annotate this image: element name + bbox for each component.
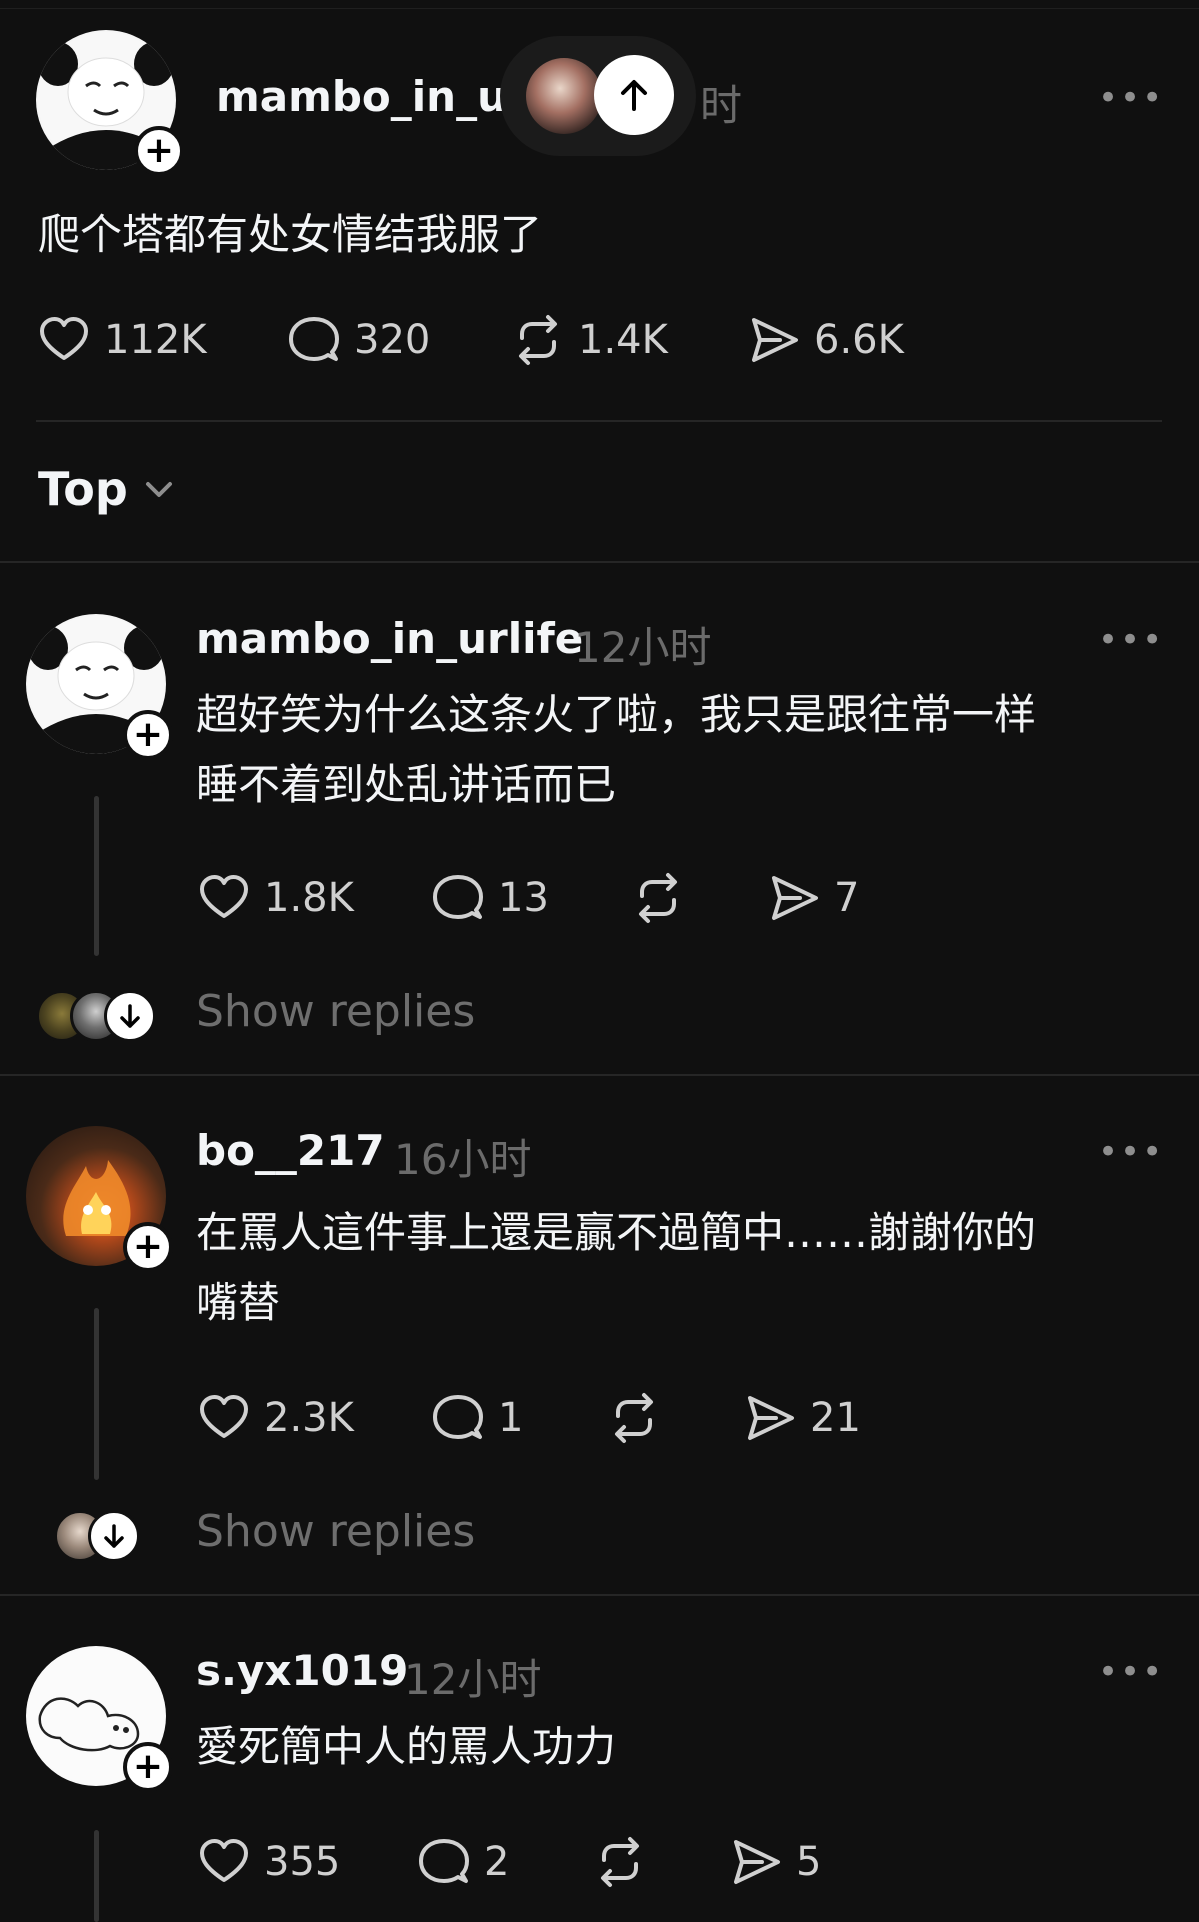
reply-username[interactable]: bo__217 <box>196 1126 385 1175</box>
repost-icon <box>519 315 557 365</box>
reply-text-line1: 在罵人這件事上還是贏不過簡中……謝謝你的 <box>196 1208 1037 1257</box>
post-time: 时 <box>700 81 743 130</box>
follow-plus-button[interactable]: + <box>123 1222 173 1272</box>
like-button[interactable]: 2.3K <box>196 1390 354 1446</box>
section-divider <box>0 561 1199 563</box>
heart-icon <box>200 1839 248 1882</box>
arrow-up-icon[interactable] <box>594 55 674 135</box>
share-button[interactable]: 5 <box>728 1834 821 1890</box>
follow-plus-button[interactable]: + <box>123 710 173 760</box>
comment-button[interactable]: 320 <box>286 312 430 368</box>
like-button[interactable]: 112K <box>36 312 207 368</box>
comment-count: 13 <box>498 875 549 921</box>
reply-username[interactable]: mambo_in_urlife <box>196 614 583 663</box>
thread-line <box>94 1308 99 1480</box>
post-divider <box>36 420 1162 422</box>
section-divider <box>0 1594 1199 1596</box>
repost-icon <box>639 873 677 923</box>
more-horizontal-icon[interactable]: ••• <box>1098 1132 1164 1172</box>
sort-label: Top <box>38 462 128 516</box>
share-count: 7 <box>834 875 860 921</box>
reply-time: 12小时 <box>404 1655 542 1704</box>
like-count: 1.8K <box>264 875 354 921</box>
section-divider <box>0 1074 1199 1076</box>
share-count: 5 <box>796 1839 822 1885</box>
follow-plus-button[interactable]: + <box>134 126 184 176</box>
sort-dropdown[interactable]: Top <box>38 462 176 516</box>
comment-bubble-icon <box>433 1395 483 1439</box>
more-horizontal-icon[interactable]: ••• <box>1098 1652 1164 1692</box>
heart-icon <box>200 875 248 918</box>
share-button[interactable]: 6.6K <box>746 312 904 368</box>
pill-avatar <box>526 58 602 134</box>
repost-icon <box>615 1393 653 1443</box>
top-divider <box>0 8 1199 9</box>
repost-button[interactable] <box>630 870 686 926</box>
reply-text-line1: 愛死簡中人的罵人功力 <box>196 1722 617 1771</box>
reply-time: 16小时 <box>394 1135 532 1184</box>
show-replies-link[interactable]: Show replies <box>196 986 475 1037</box>
repost-button[interactable]: 1.4K <box>510 312 668 368</box>
thread-line <box>94 1830 99 1922</box>
comment-count: 320 <box>354 317 431 363</box>
like-count: 355 <box>264 1839 341 1885</box>
send-icon <box>772 876 818 920</box>
like-button[interactable]: 355 <box>196 1834 340 1890</box>
share-count: 6.6K <box>814 317 904 363</box>
comment-bubble-icon <box>419 1839 469 1883</box>
like-button[interactable]: 1.8K <box>196 870 354 926</box>
comment-button[interactable]: 13 <box>430 870 549 926</box>
expand-replies-button[interactable] <box>104 990 156 1042</box>
repost-icon <box>601 1837 639 1887</box>
comment-bubble-icon <box>289 317 339 361</box>
arrow-down-icon <box>120 1004 140 1028</box>
chevron-down-icon <box>145 482 172 497</box>
expand-replies-button[interactable] <box>88 1510 140 1562</box>
thread-line <box>94 796 99 956</box>
heart-icon <box>200 1395 248 1438</box>
show-replies-link[interactable]: Show replies <box>196 1506 475 1557</box>
comment-bubble-icon <box>433 875 483 919</box>
like-count: 2.3K <box>264 1395 354 1441</box>
comment-button[interactable]: 1 <box>430 1390 523 1446</box>
share-button[interactable]: 7 <box>766 870 859 926</box>
like-count: 112K <box>104 317 207 363</box>
share-button[interactable]: 21 <box>742 1390 861 1446</box>
reply-text-line1: 超好笑为什么这条火了啦，我只是跟往常一样 <box>196 690 1037 739</box>
reply-text-line2: 嘴替 <box>196 1278 281 1327</box>
send-icon <box>748 1396 794 1440</box>
send-icon <box>734 1840 780 1884</box>
comment-count: 2 <box>484 1839 510 1885</box>
repost-count: 1.4K <box>578 317 668 363</box>
repost-button[interactable] <box>606 1390 662 1446</box>
reply-username[interactable]: s.yx1019 <box>196 1646 408 1695</box>
arrow-down-icon <box>104 1524 124 1548</box>
more-horizontal-icon[interactable]: ••• <box>1098 78 1164 118</box>
post-username[interactable]: mambo_in_ur <box>216 72 528 121</box>
comment-button[interactable]: 2 <box>416 1834 509 1890</box>
heart-icon <box>40 317 88 360</box>
send-icon <box>752 318 798 362</box>
scroll-up-pill[interactable] <box>500 36 696 156</box>
more-horizontal-icon[interactable]: ••• <box>1098 620 1164 660</box>
reply-text-line2: 睡不着到处乱讲话而已 <box>196 760 617 809</box>
share-count: 21 <box>810 1395 861 1441</box>
post-text: 爬个塔都有处女情结我服了 <box>38 210 543 259</box>
repost-button[interactable] <box>592 1834 648 1890</box>
comment-count: 1 <box>498 1395 524 1441</box>
reply-time: 12小时 <box>574 623 712 672</box>
follow-plus-button[interactable]: + <box>123 1742 173 1792</box>
